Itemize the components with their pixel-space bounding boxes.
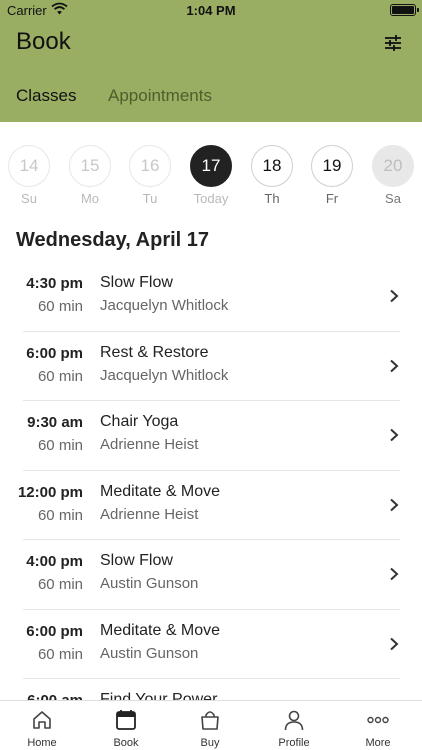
class-row[interactable]: 12:00 pm 60 min Meditate & Move Adrienne… (0, 471, 422, 540)
filter-icon[interactable] (384, 34, 402, 52)
class-name: Slow Flow (100, 552, 173, 569)
class-duration: 60 min (37, 298, 83, 315)
chevron-right-icon (390, 637, 399, 650)
tab-label: Profile (278, 737, 310, 749)
class-duration: 60 min (37, 645, 83, 663)
day-number: 17 (190, 145, 232, 187)
class-instructor: Austin Gunson (100, 575, 199, 592)
class-instructor: Jacquelyn Whitlock (100, 297, 229, 314)
day-label: Mo (80, 191, 100, 206)
tab-home[interactable]: Home (0, 701, 84, 750)
class-time: 6:00 pm (26, 344, 83, 362)
chevron-right-icon (390, 289, 399, 303)
class-duration: 60 min (37, 367, 83, 385)
class-instructor: Adrienne Heist (100, 436, 199, 453)
status-bar: Carrier 1:04 PM (0, 0, 422, 20)
class-name: Meditate & Move (100, 482, 221, 500)
battery-icon (390, 4, 419, 16)
tab-label: More (365, 737, 391, 749)
day-number: 15 (69, 145, 111, 187)
class-time: 6:00 am (0, 692, 83, 700)
page-title: Book (16, 28, 71, 55)
day-label: Tu (142, 191, 158, 206)
class-row[interactable]: 6:00 pm 60 min Meditate & Move Austin Gu… (0, 610, 422, 679)
class-instructor: Austin Gunson (100, 644, 199, 662)
person-icon (284, 710, 304, 731)
date-strip: 14 Su 15 Mo 16 Tu 17 Today 18 Th 19 Fr 2… (0, 122, 422, 212)
day-number: 19 (311, 145, 353, 187)
day-saturday[interactable]: 20 Sa (372, 145, 414, 206)
day-label: Su (21, 191, 37, 206)
class-time: 9:30 am (27, 414, 83, 431)
day-today[interactable]: 17 Today (190, 145, 232, 206)
chevron-right-icon (390, 359, 399, 372)
class-instructor: Adrienne Heist (100, 505, 199, 523)
tab-buy[interactable]: Buy (168, 701, 252, 750)
class-name: Find Your Power (100, 691, 218, 700)
shopping-bag-icon (201, 711, 219, 730)
class-row[interactable]: 6:00 am Find Your Power (0, 679, 422, 700)
day-monday[interactable]: 15 Mo (69, 145, 111, 206)
class-row[interactable]: 4:00 pm 60 min Slow Flow Austin Gunson (0, 540, 422, 610)
tab-label: Book (113, 737, 139, 749)
home-icon (33, 711, 51, 729)
day-sunday[interactable]: 14 Su (8, 145, 50, 206)
tab-label: Buy (200, 737, 220, 749)
class-time: 12:00 pm (17, 483, 83, 501)
chevron-right-icon (390, 428, 399, 442)
day-friday[interactable]: 19 Fr (311, 145, 353, 206)
class-duration: 60 min (37, 576, 83, 593)
class-duration: 60 min (37, 437, 83, 454)
class-row[interactable]: 6:00 pm 60 min Rest & Restore Jacquelyn … (0, 332, 422, 401)
day-label: Fr (325, 191, 339, 206)
day-number: 16 (129, 145, 171, 187)
tab-more[interactable]: More (336, 701, 420, 750)
class-time: 4:30 pm (26, 275, 83, 292)
chevron-right-icon (390, 567, 399, 581)
more-dots-icon (367, 716, 389, 724)
day-number: 18 (251, 145, 293, 187)
tab-book[interactable]: Book (84, 701, 168, 750)
class-row[interactable]: 9:30 am 60 min Chair Yoga Adrienne Heist (0, 401, 422, 471)
class-time: 6:00 pm (26, 622, 83, 640)
class-instructor: Jacquelyn Whitlock (100, 366, 229, 384)
status-time: 1:04 PM (186, 3, 236, 18)
class-row[interactable]: 4:30 pm 60 min Slow Flow Jacquelyn Whitl… (0, 262, 422, 332)
day-label: Sa (385, 191, 401, 206)
class-name: Meditate & Move (100, 621, 221, 639)
tab-appointments[interactable]: Appointments (108, 86, 212, 106)
tab-classes[interactable]: Classes (16, 86, 76, 106)
date-heading: Wednesday, April 17 (16, 229, 210, 251)
tab-label: Home (27, 737, 57, 749)
chevron-right-icon (390, 498, 399, 511)
class-name: Slow Flow (100, 274, 173, 291)
calendar-icon (116, 710, 136, 730)
class-list: 4:30 pm 60 min Slow Flow Jacquelyn Whitl… (0, 262, 422, 700)
class-name: Rest & Restore (100, 343, 209, 361)
day-label: Th (264, 191, 280, 206)
day-number: 14 (8, 145, 50, 187)
tab-profile[interactable]: Profile (252, 701, 336, 750)
tab-bar: Home Book Buy Profile More (0, 700, 422, 750)
class-duration: 60 min (37, 506, 83, 524)
day-label: Today (193, 191, 229, 206)
class-name: Chair Yoga (100, 413, 179, 430)
day-thursday[interactable]: 18 Th (251, 145, 293, 206)
class-time: 4:00 pm (26, 553, 83, 570)
day-tuesday[interactable]: 16 Tu (129, 145, 171, 206)
day-number: 20 (372, 145, 414, 187)
header: Carrier 1:04 PM Book Classes Appointment… (0, 0, 422, 122)
